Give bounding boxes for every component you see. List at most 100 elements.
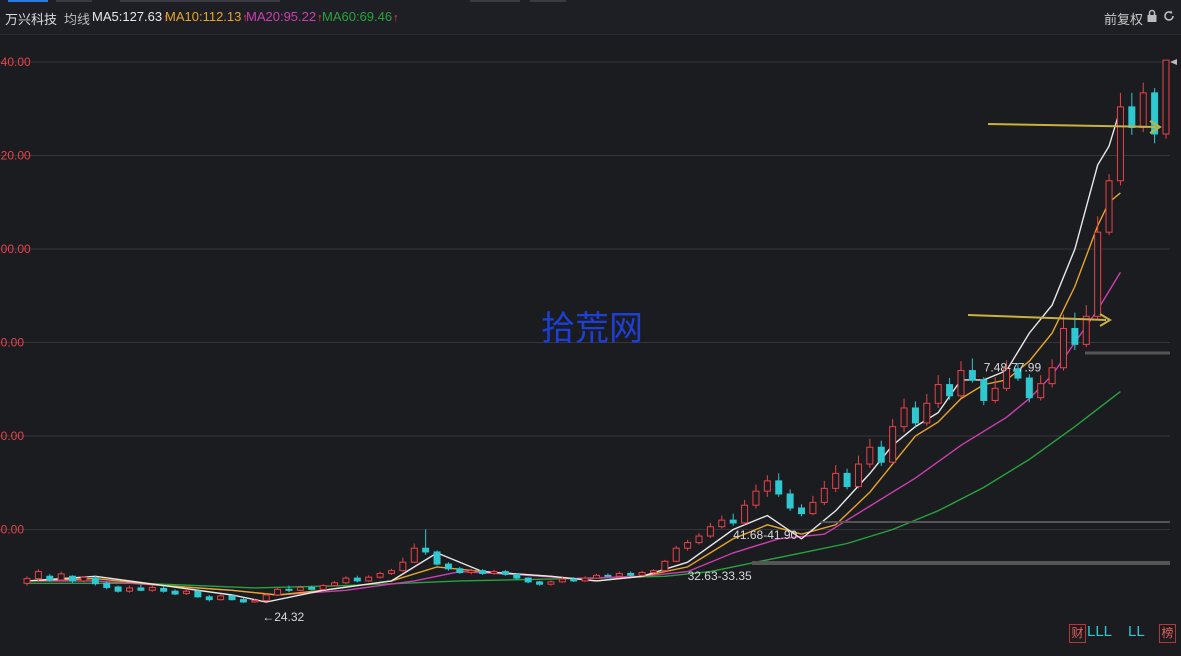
up-arrow-icon: ↑ — [393, 12, 399, 24]
candle-body — [558, 578, 566, 583]
candle-body — [513, 573, 521, 579]
candle-up — [1116, 92, 1124, 186]
candle-down — [911, 401, 919, 427]
candle-up — [638, 570, 646, 577]
candle-down — [103, 581, 111, 590]
price-annotation: 7.48-77.99 — [984, 360, 1042, 374]
candle-up — [1059, 314, 1067, 371]
candle-body — [900, 407, 908, 428]
candle-body — [251, 600, 259, 603]
price-annotation: 41.68-41.90 — [733, 528, 797, 542]
candle-body — [103, 582, 111, 588]
candle-up — [889, 419, 897, 465]
candle-up — [1048, 359, 1056, 388]
candle-body — [946, 384, 954, 397]
candle-down — [171, 589, 179, 595]
candle-body — [911, 407, 919, 424]
tab-strip — [0, 0, 1181, 3]
candle-up — [741, 500, 749, 525]
candle-body — [46, 575, 54, 581]
lock-icon[interactable] — [1146, 9, 1158, 28]
candle-up — [1037, 375, 1045, 401]
candle-body — [1082, 315, 1090, 345]
candle-body — [638, 572, 646, 576]
current-price-pointer-icon — [1170, 59, 1177, 65]
candle-body — [387, 570, 395, 574]
candle-body — [604, 574, 612, 577]
candle-up — [365, 575, 373, 582]
candle-body — [365, 576, 373, 582]
candle-body — [171, 590, 179, 595]
candle-body — [239, 599, 247, 603]
candle-up — [752, 484, 760, 509]
candle-down — [729, 513, 737, 526]
tab-indicator — [530, 0, 566, 2]
candle-up — [809, 495, 817, 516]
ma10-value: MA10:112.13↑ — [165, 9, 248, 24]
ma5-line — [26, 108, 1122, 603]
candle-body — [684, 542, 692, 549]
candle-body — [308, 586, 316, 590]
kline-chart[interactable]: 40.0060.0080.00100.00120.00140.00 140.40… — [0, 35, 1181, 656]
candle-down — [137, 584, 145, 592]
tab-indicator — [470, 0, 520, 2]
candle-up — [684, 539, 692, 551]
candle-body — [877, 446, 885, 463]
stock-name[interactable]: 万兴科技 — [5, 9, 57, 28]
candle-body — [843, 472, 851, 487]
candle-body — [547, 581, 555, 585]
price-annotation: 32.63-33.35 — [688, 569, 752, 583]
candle-body — [820, 487, 828, 503]
candle-body — [262, 594, 270, 602]
candle-body — [331, 582, 339, 587]
finance-icon[interactable]: 财 — [1069, 624, 1086, 643]
candle-up — [957, 361, 965, 398]
candle-body — [786, 493, 794, 509]
candle-body — [854, 463, 862, 487]
ma5-value: MA5:127.63↑ — [92, 9, 169, 24]
candle-body — [194, 590, 202, 598]
candle-body — [706, 526, 714, 537]
candle-down — [194, 590, 202, 598]
candle-body — [228, 595, 236, 601]
candle-body — [1116, 106, 1124, 182]
candle-up — [331, 580, 339, 587]
candle-down — [353, 575, 361, 583]
candle-body — [479, 570, 487, 574]
candle-down — [968, 358, 976, 383]
candle-body — [80, 576, 88, 582]
grid — [0, 61, 1170, 530]
candle-up — [706, 522, 714, 538]
candle-body — [968, 370, 976, 381]
candle-body — [775, 480, 783, 495]
candle-up — [923, 393, 931, 426]
tab-indicator — [120, 0, 280, 2]
candle-down — [205, 594, 213, 602]
candle-up — [1105, 174, 1113, 235]
candle-body — [274, 588, 282, 596]
candle-body — [570, 578, 578, 582]
candle-body — [91, 577, 99, 585]
candle-body — [205, 596, 213, 601]
candle-up — [581, 576, 589, 582]
adjust-mode-button[interactable]: 前复权 — [1104, 9, 1143, 28]
chart-toolbar: 万兴科技 均线 MA5:127.63↑ MA10:112.13↑ MA20:95… — [0, 0, 1181, 35]
refresh-icon[interactable] — [1162, 9, 1176, 28]
tab-indicator — [56, 0, 92, 2]
ma-type-label[interactable]: 均线 — [64, 9, 90, 28]
candle-down — [239, 597, 247, 603]
candle-body — [980, 379, 988, 401]
candle-body — [410, 547, 418, 563]
candle-body — [217, 595, 225, 601]
candle-body — [114, 586, 122, 592]
candle-up — [217, 594, 225, 601]
candle-body — [57, 573, 65, 581]
candle-down — [513, 573, 521, 580]
candle-body — [182, 590, 190, 595]
candle-body — [934, 384, 942, 404]
candle-body — [1037, 383, 1045, 399]
candle-up — [900, 398, 908, 433]
y-axis-label: 100.00 — [0, 242, 31, 256]
watermark: 拾荒网 — [541, 309, 643, 349]
ranking-icon[interactable]: 榜 — [1159, 624, 1176, 643]
